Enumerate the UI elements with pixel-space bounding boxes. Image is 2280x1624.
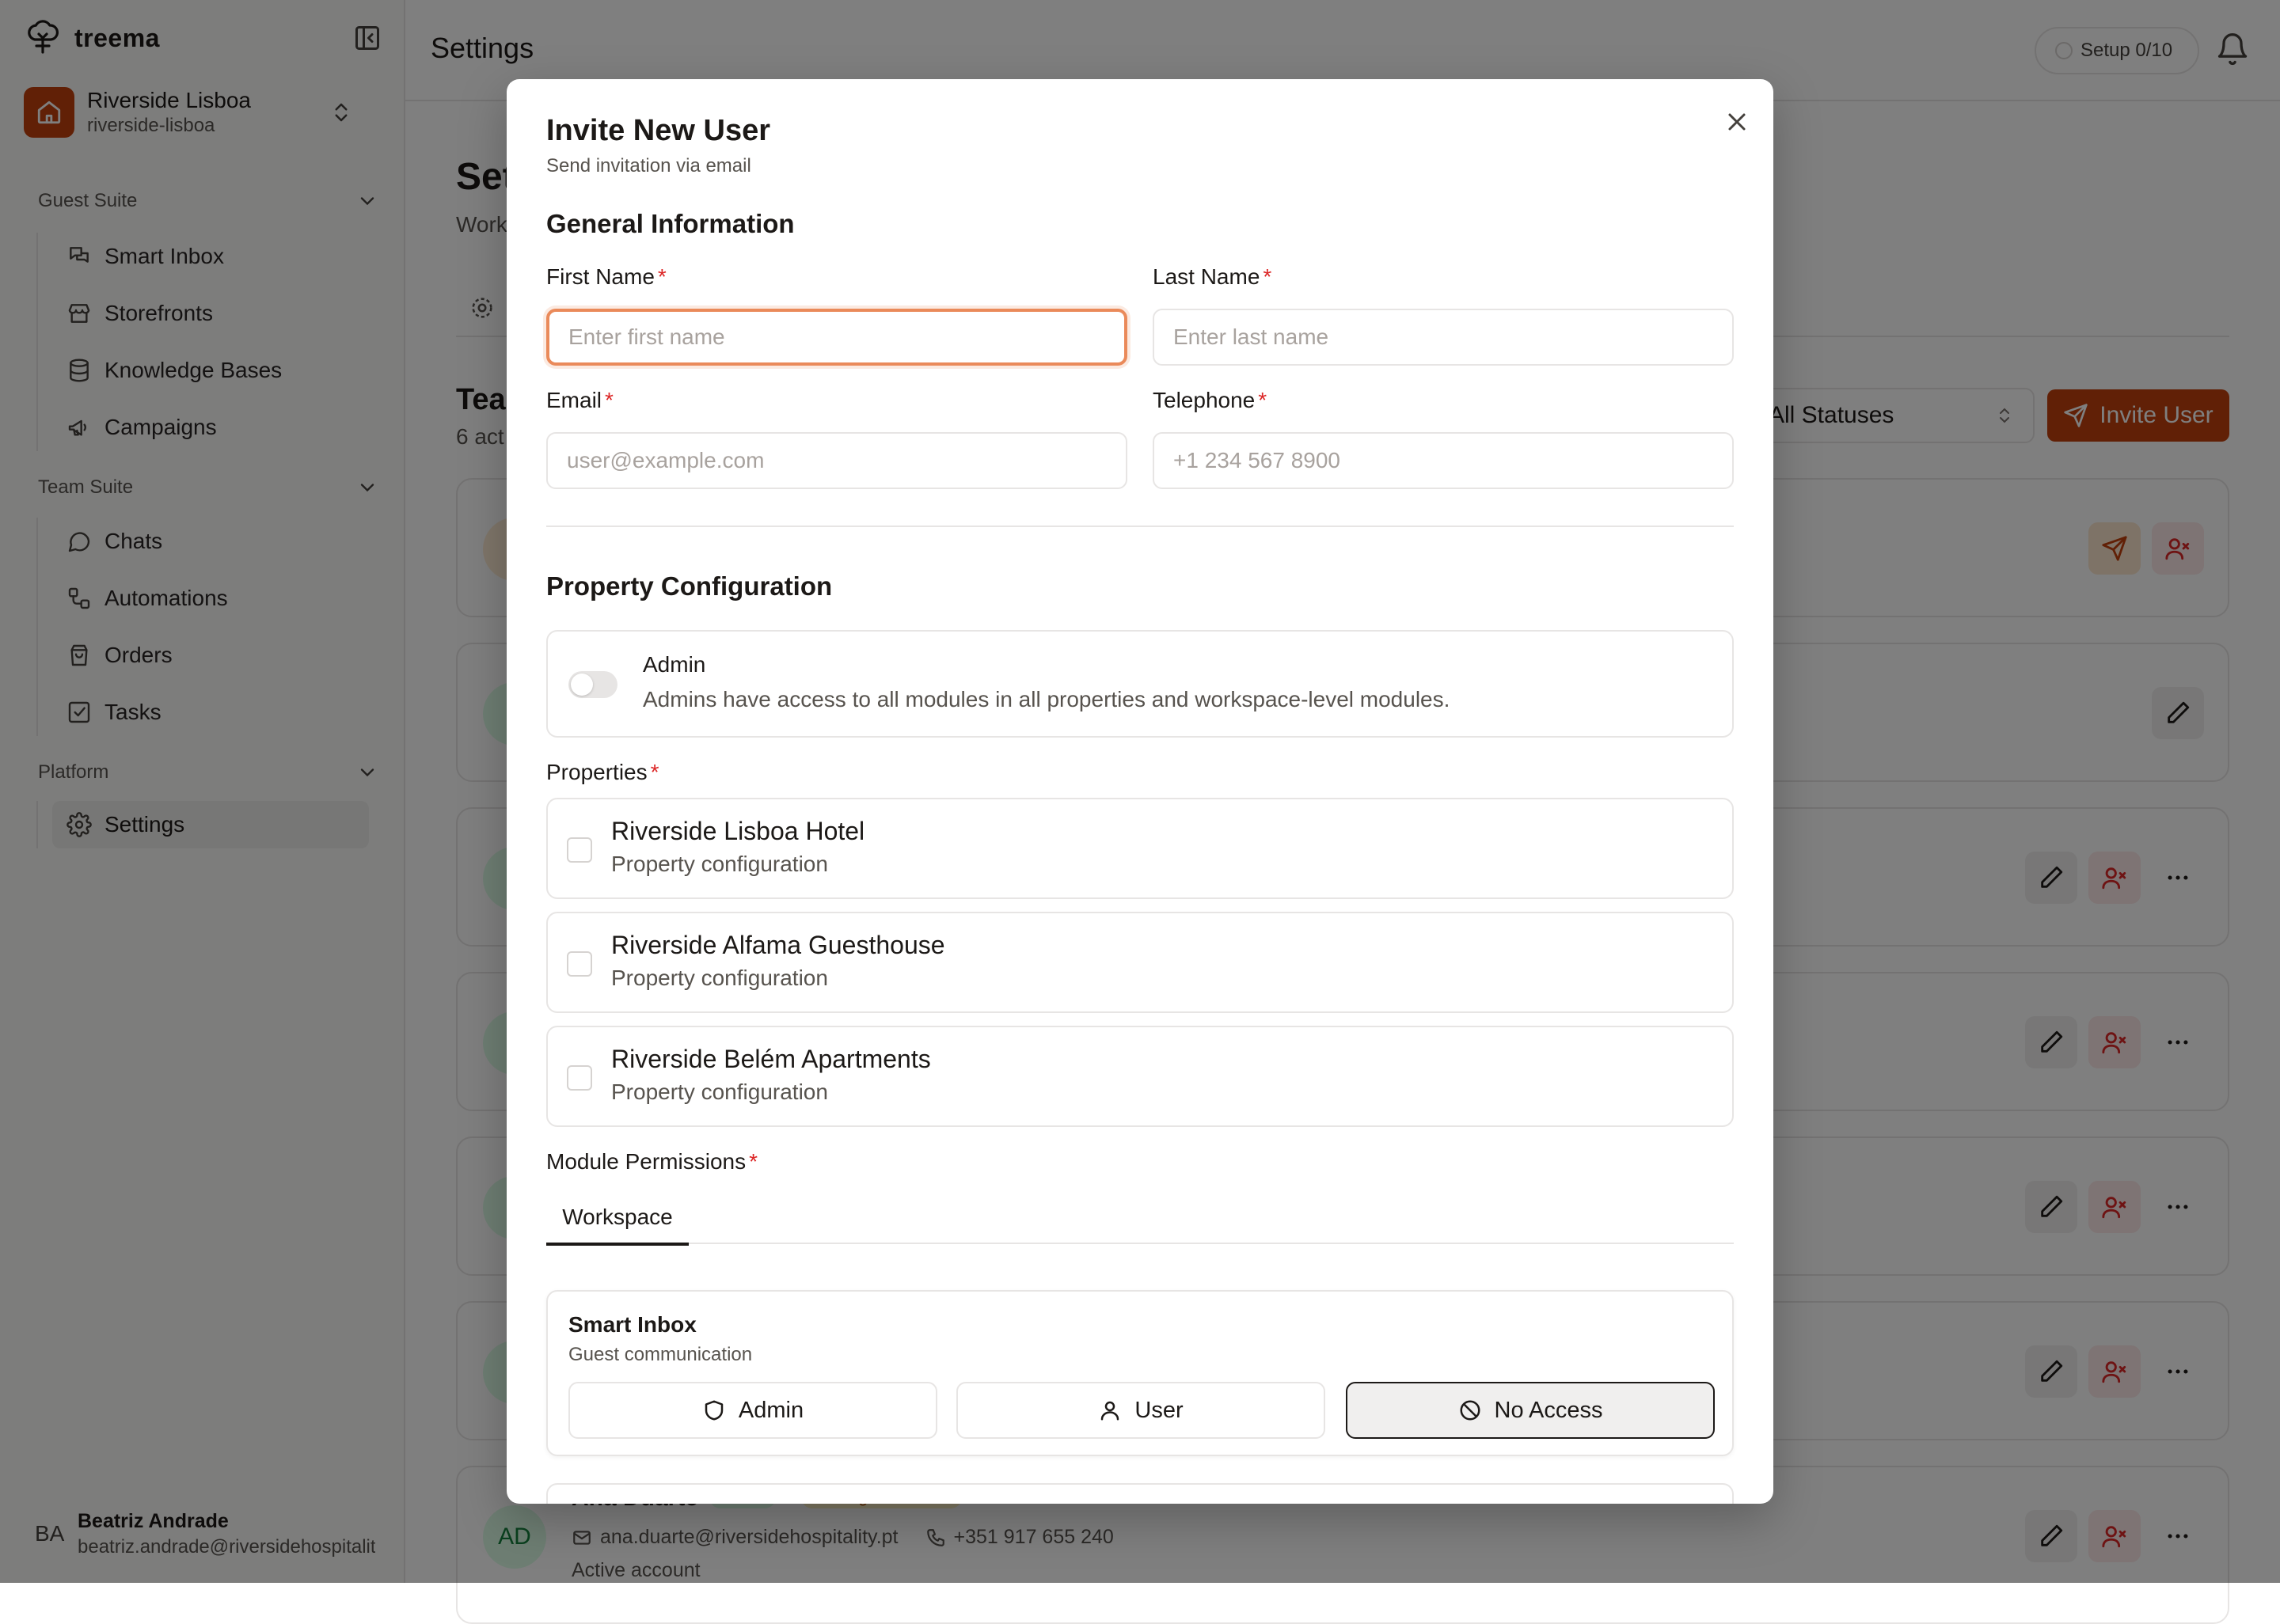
last-name-label: Last Name *: [1153, 264, 1272, 289]
property-config-heading: Property Configuration: [546, 571, 833, 601]
tabs-divider: [546, 1243, 1734, 1244]
module-description: Guest communication: [568, 1344, 753, 1365]
divider: [546, 526, 1734, 527]
property-checkbox[interactable]: [567, 1065, 592, 1091]
property-option[interactable]: Riverside Belém Apartments Property conf…: [546, 1026, 1734, 1127]
admin-description: Admins have access to all modules in all…: [643, 687, 1450, 711]
telephone-field[interactable]: [1153, 432, 1734, 489]
ban-icon: [1458, 1398, 1482, 1422]
property-checkbox[interactable]: [567, 837, 592, 863]
email-label: Email *: [546, 388, 614, 412]
admin-toggle[interactable]: [568, 671, 618, 698]
general-info-heading: General Information: [546, 209, 795, 238]
user-icon: [1098, 1398, 1122, 1422]
module-permission-card: Smart Inbox Guest communication Admin Us…: [546, 1290, 1734, 1456]
permission-user-button[interactable]: User: [956, 1382, 1325, 1439]
admin-title: Admin: [643, 652, 706, 677]
option-label: Admin: [738, 1397, 804, 1423]
property-option[interactable]: Riverside Alfama Guesthouse Property con…: [546, 912, 1734, 1013]
first-name-label: First Name *: [546, 264, 667, 289]
property-name: Riverside Alfama Guesthouse: [611, 931, 945, 959]
email-field[interactable]: [546, 432, 1127, 489]
permission-admin-button[interactable]: Admin: [568, 1382, 937, 1439]
dialog-subtitle: Send invitation via email: [546, 155, 751, 176]
module-permission-card: [546, 1483, 1734, 1504]
dialog-title: Invite New User: [546, 114, 770, 147]
shield-icon: [702, 1398, 726, 1422]
property-name: Riverside Lisboa Hotel: [611, 817, 865, 845]
close-icon[interactable]: [1723, 108, 1751, 136]
property-description: Property configuration: [611, 1080, 828, 1104]
option-label: User: [1134, 1397, 1184, 1423]
property-option[interactable]: Riverside Lisboa Hotel Property configur…: [546, 798, 1734, 899]
property-description: Property configuration: [611, 966, 828, 990]
toggle-knob: [571, 674, 593, 696]
property-checkbox[interactable]: [567, 951, 592, 977]
admin-option: Admin Admins have access to all modules …: [546, 630, 1734, 738]
last-name-field[interactable]: [1153, 309, 1734, 366]
property-description: Property configuration: [611, 852, 828, 876]
tab-workspace[interactable]: Workspace: [546, 1192, 689, 1246]
first-name-field[interactable]: [546, 309, 1127, 366]
option-label: No Access: [1494, 1397, 1603, 1423]
properties-label: Properties *: [546, 760, 659, 784]
invite-user-dialog: Invite New User Send invitation via emai…: [507, 79, 1773, 1504]
property-name: Riverside Belém Apartments: [611, 1045, 931, 1073]
permission-no-access-button[interactable]: No Access: [1346, 1382, 1715, 1439]
module-permissions-label: Module Permissions *: [546, 1149, 758, 1174]
telephone-label: Telephone *: [1153, 388, 1267, 412]
module-name: Smart Inbox: [568, 1312, 697, 1337]
